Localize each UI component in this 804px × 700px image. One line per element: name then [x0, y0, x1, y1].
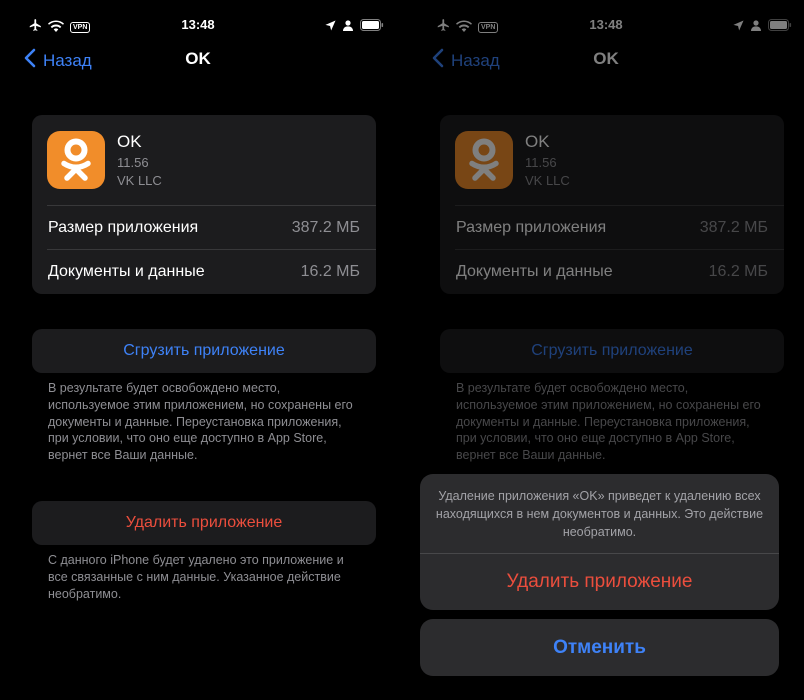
offload-note: В результате будет освобождено место, ис… [48, 381, 353, 463]
delete-app-label: Удалить приложение [125, 514, 283, 531]
docs-data-row: Документы и данные 16.2 МБ [48, 251, 360, 293]
delete-note: С данного iPhone будет удалено это прило… [48, 553, 344, 601]
cancel-label: Отменить [553, 636, 646, 658]
confirm-delete-label: Удалить приложение [506, 571, 693, 592]
app-name: OK [117, 132, 142, 151]
docs-data-label: Документы и данные [48, 263, 205, 280]
app-size-label: Размер приложения [48, 219, 199, 236]
app-info-card: OK 11.56 VK LLC Размер приложения 387.2 … [32, 115, 376, 294]
app-developer: VK LLC [117, 173, 162, 188]
delete-app-button[interactable]: Удалить приложение [32, 501, 376, 545]
left-screen: VPN 13:48 Назад OK OK 11.56 VK LLC Разме… [0, 0, 396, 700]
app-size-row: Размер приложения 387.2 МБ [48, 207, 360, 249]
battery-icon [360, 18, 384, 36]
action-sheet: Удаление приложения «OK» приведет к удал… [420, 474, 779, 610]
page-title: OK [185, 49, 211, 68]
person-icon [343, 18, 353, 36]
right-screen: VPN 13:48 Назад OK [408, 0, 804, 700]
divider [47, 249, 376, 250]
offload-app-button[interactable]: Сгрузить приложение [32, 329, 376, 373]
status-bar: VPN 13:48 [0, 14, 396, 38]
action-sheet-message: Удаление приложения «OK» приведет к удал… [435, 489, 764, 540]
offload-app-label: Сгрузить приложение [123, 342, 285, 359]
app-size-value: 387.2 МБ [291, 219, 360, 236]
nav-bar: Назад OK [0, 44, 396, 74]
cancel-button[interactable]: Отменить [420, 619, 779, 676]
location-arrow-icon [325, 18, 336, 36]
docs-data-value: 16.2 МБ [300, 263, 360, 280]
ok-logo-icon [47, 131, 105, 189]
status-right [325, 18, 384, 36]
confirm-delete-button[interactable]: Удалить приложение [420, 554, 779, 610]
divider [47, 205, 376, 206]
app-version: 11.56 [117, 155, 149, 170]
